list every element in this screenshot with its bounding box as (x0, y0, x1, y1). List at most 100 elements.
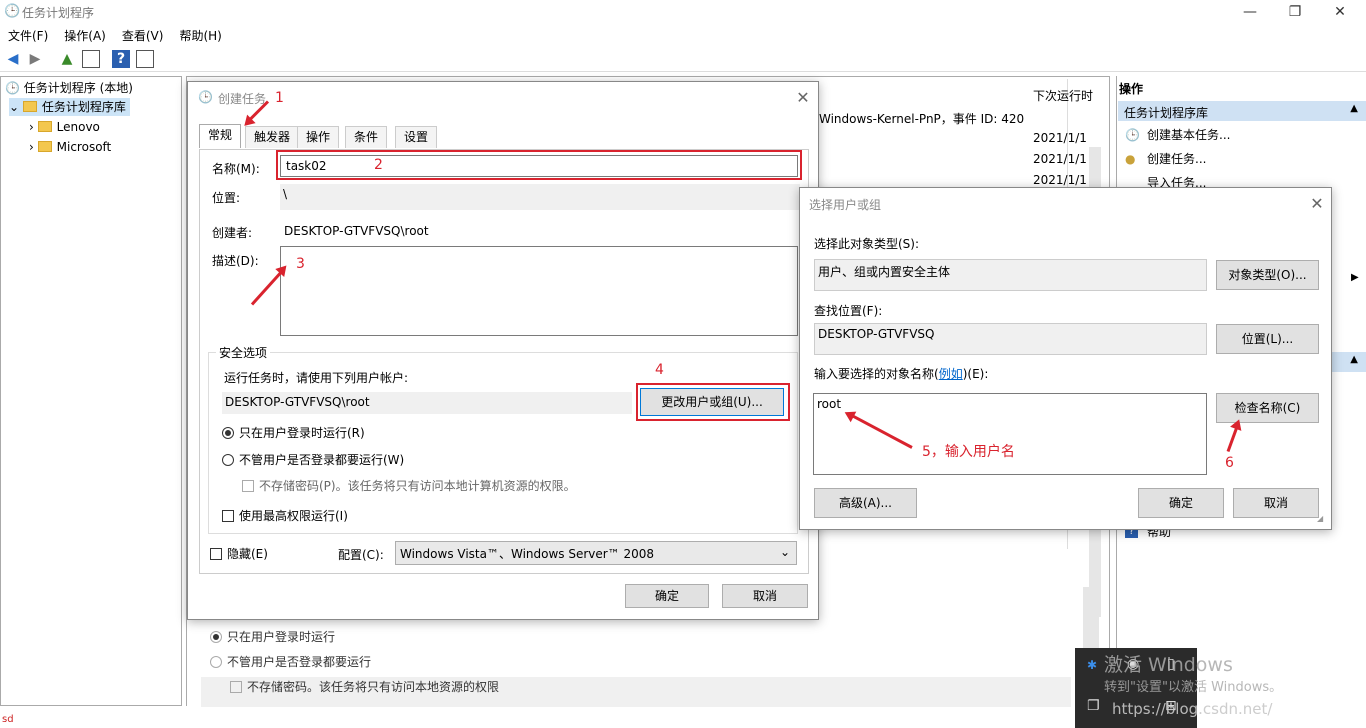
annotation-label-6: 6 (1225, 455, 1234, 471)
radio-icon (222, 454, 234, 466)
collapse-triangle-icon[interactable]: ▲ (1350, 103, 1358, 114)
tab-settings[interactable]: 设置 (395, 126, 438, 148)
actions-header: 操作 (1119, 82, 1144, 96)
run-as-user: DESKTOP-GTVFVSQ\root (222, 392, 632, 414)
tree-root[interactable]: 🕒 任务计划程序 (本地) (5, 79, 133, 97)
locations-button[interactable]: 位置(L)... (1216, 324, 1319, 354)
activation-watermark-subtitle: 转到"设置"以激活 Windows。 (1104, 680, 1283, 695)
resize-grip-icon[interactable]: ◢ (1317, 514, 1323, 523)
clock-icon: 🕒 (4, 4, 21, 19)
location-value: \ (280, 184, 800, 210)
clock-icon: 🕒 (5, 81, 20, 95)
bg-check-nostore: 不存储密码。该任务将只有访问本地资源的权限 (230, 678, 499, 695)
description-label: 描述(D): (212, 254, 259, 268)
annotation-label-1: 1 (275, 90, 284, 106)
tab-actions[interactable]: 操作 (297, 126, 340, 148)
radio-icon (210, 631, 222, 643)
bg-radio-logged-on: 只在用户登录时运行 (210, 628, 335, 645)
minimize-icon[interactable]: — (1240, 2, 1260, 22)
radio-logged-on[interactable]: 只在用户登录时运行(R) (222, 424, 365, 441)
ok-button[interactable]: 确定 (1138, 488, 1224, 518)
submenu-arrow-icon[interactable]: ▶ (1351, 272, 1359, 283)
radio-icon (210, 656, 222, 668)
column-header-next-run[interactable]: 下次运行时 (1033, 87, 1093, 104)
location-label: 位置: (212, 191, 241, 205)
check-hidden[interactable]: 隐藏(E) (210, 545, 268, 562)
close-icon[interactable]: ✕ (793, 88, 813, 107)
check-names-button[interactable]: 检查名称(C) (1216, 393, 1319, 423)
select-user-dialog: 选择用户或组 ✕ 选择此对象类型(S): 用户、组或内置安全主体 对象类型(O)… (799, 187, 1332, 530)
menu-help[interactable]: 帮助(H) (171, 24, 229, 47)
examples-link[interactable]: 例如 (939, 367, 963, 381)
object-types-button[interactable]: 对象类型(O)... (1216, 260, 1319, 290)
help-icon[interactable]: ? (112, 50, 130, 68)
tab-general[interactable]: 常规 (199, 124, 242, 148)
csdn-url-watermark: https://blog.csdn.net/ (1112, 700, 1273, 718)
window-icon[interactable]: ❐ (1087, 698, 1100, 714)
navigation-tree: 🕒 任务计划程序 (本地) ⌄ 任务计划程序库 › Lenovo › Micro… (0, 76, 182, 706)
menu-file[interactable]: 文件(F) (0, 24, 56, 47)
location-label: 查找位置(F): (814, 304, 883, 318)
author-label: 创建者: (212, 226, 253, 240)
folder-icon (37, 141, 52, 152)
checkbox-icon (222, 510, 234, 522)
window-title: 任务计划程序 (22, 6, 95, 20)
radio-any[interactable]: 不管用户是否登录都要运行(W) (222, 451, 404, 468)
task-icon: ● (1125, 152, 1136, 166)
back-arrow-icon[interactable]: ◀ (4, 50, 22, 68)
up-folder-icon[interactable]: ▲ (58, 50, 76, 68)
config-label: 配置(C): (338, 548, 384, 562)
cancel-button[interactable]: 取消 (1233, 488, 1319, 518)
menu-view[interactable]: 查看(V) (114, 24, 172, 47)
description-input[interactable] (280, 246, 798, 336)
check-highest-priv[interactable]: 使用最高权限运行(I) (222, 507, 348, 524)
collapsed-chevron-icon: › (29, 120, 34, 134)
close-icon[interactable]: ✕ (1307, 194, 1327, 213)
actions-section-library[interactable]: 任务计划程序库 ▲ (1118, 101, 1366, 121)
toolbar: ◀ ▶ ▲ ? (0, 46, 1366, 72)
annotation-box-change-user (636, 383, 790, 421)
name-label: 名称(M): (212, 162, 260, 176)
dialog-title: 选择用户或组 (809, 198, 882, 212)
tab-conditions[interactable]: 条件 (345, 126, 388, 148)
config-select[interactable]: Windows Vista™、Windows Server™ 2008 ⌄ (395, 541, 797, 565)
close-icon[interactable]: ✕ (1330, 2, 1350, 22)
expanded-chevron-icon: ⌄ (9, 100, 20, 114)
tree-item-microsoft[interactable]: › Microsoft (29, 138, 111, 156)
ok-button[interactable]: 确定 (625, 584, 709, 608)
checkbox-icon (230, 681, 242, 693)
tree-item-lenovo[interactable]: › Lenovo (29, 118, 100, 136)
next-run-date: 2021/1/1 (1033, 152, 1087, 166)
object-name-label: 输入要选择的对象名称(例如)(E): (814, 367, 989, 381)
cancel-button[interactable]: 取消 (722, 584, 808, 608)
advanced-button[interactable]: 高级(A)... (814, 488, 917, 518)
forward-arrow-icon[interactable]: ▶ (26, 50, 44, 68)
check-no-store-pw: 不存储密码(P)。该任务将只有访问本地计算机资源的权限。 (242, 477, 576, 494)
tab-triggers[interactable]: 触发器 (245, 126, 300, 148)
author-value: DESKTOP-GTVFVSQ\root (284, 224, 429, 238)
location-value: DESKTOP-GTVFVSQ (814, 323, 1207, 355)
action-create-basic[interactable]: 🕒 创建基本任务... (1117, 124, 1230, 146)
chevron-down-icon: ⌄ (779, 545, 790, 559)
bluetooth-icon[interactable]: ✱ (1087, 658, 1097, 672)
annotation-label-5: 5，输入用户名 (922, 444, 1015, 460)
activation-watermark-title: 激活 Windows (1104, 654, 1233, 676)
next-run-date: 2021/1/1 (1033, 131, 1087, 145)
maximize-icon[interactable]: ❐ (1285, 2, 1305, 22)
menu-bar: 文件(F) 操作(A) 查看(V) 帮助(H) (0, 24, 1366, 46)
annotation-label-2: 2 (374, 157, 383, 173)
security-title: 安全选项 (216, 344, 271, 361)
show-hide-action-icon[interactable] (136, 50, 154, 68)
object-type-label: 选择此对象类型(S): (814, 237, 920, 251)
collapse-triangle-icon[interactable]: ▲ (1350, 354, 1358, 365)
menu-action[interactable]: 操作(A) (56, 24, 114, 47)
annotation-box-name (276, 150, 802, 180)
annotation-label-4: 4 (655, 362, 664, 378)
action-create-task[interactable]: ● 创建任务... (1117, 148, 1206, 170)
object-name-input[interactable]: root (813, 393, 1207, 475)
show-hide-tree-icon[interactable] (82, 50, 100, 68)
collapsed-chevron-icon: › (29, 140, 34, 154)
window-titlebar: 🕒 任务计划程序 — ❐ ✕ (0, 0, 1366, 24)
tree-item-library[interactable]: ⌄ 任务计划程序库 (9, 98, 130, 116)
security-prompt: 运行任务时，请使用下列用户帐户: (224, 371, 409, 385)
